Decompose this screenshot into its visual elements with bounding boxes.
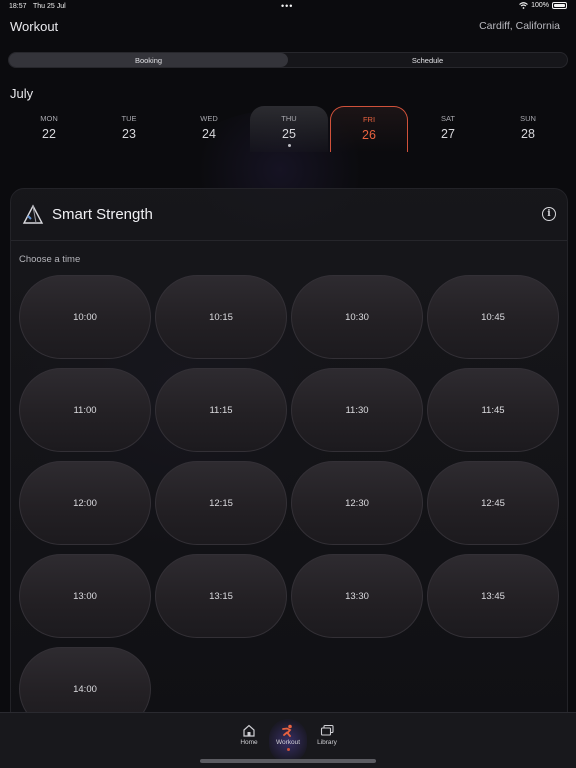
card-header: Smart Strength i	[11, 189, 567, 241]
day-number: 22	[42, 127, 56, 141]
workout-icon	[282, 724, 292, 737]
tab-library[interactable]: Library	[307, 721, 347, 763]
time-slot[interactable]: 10:30	[291, 275, 423, 359]
status-bar: 18:57 Thu 25 Jul ••• 100%	[0, 0, 576, 14]
tab-booking[interactable]: Booking	[9, 53, 288, 67]
status-time: 18:57	[9, 3, 27, 10]
booking-schedule-segmented-control: Booking Schedule	[8, 52, 568, 68]
workout-card: Smart Strength i Choose a time 10:00 10:…	[10, 188, 568, 748]
day-name: WED	[200, 114, 218, 123]
time-slot[interactable]: 13:45	[427, 554, 559, 638]
tab-workout[interactable]: Workout	[268, 719, 308, 763]
week-day-picker: MON 22 TUE 23 WED 24 THU 25 FRI 26 SAT 2…	[10, 106, 568, 152]
tab-home[interactable]: Home	[229, 721, 269, 763]
time-slot[interactable]: 13:30	[291, 554, 423, 638]
active-tab-dot	[286, 748, 290, 751]
info-icon[interactable]: i	[542, 207, 556, 221]
day-tue[interactable]: TUE 23	[90, 106, 168, 152]
location-label[interactable]: Cardiff, California	[479, 20, 560, 32]
tab-label: Workout	[275, 739, 301, 746]
day-number: 23	[122, 127, 136, 141]
choose-time-label: Choose a time	[19, 254, 81, 265]
day-number: 25	[282, 127, 296, 141]
time-slot[interactable]: 12:00	[19, 461, 151, 545]
time-slot[interactable]: 10:15	[155, 275, 287, 359]
day-name: SAT	[440, 114, 456, 123]
smart-strength-logo-icon	[22, 204, 44, 224]
day-sat[interactable]: SAT 27	[409, 106, 487, 152]
multitasking-dots-icon[interactable]: •••	[281, 1, 293, 11]
day-name: FRI	[362, 115, 376, 124]
today-indicator-dot	[287, 144, 291, 147]
time-slot[interactable]: 12:15	[155, 461, 287, 545]
card-title: Smart Strength	[52, 206, 153, 223]
day-name: TUE	[121, 114, 137, 123]
time-slot[interactable]: 12:45	[427, 461, 559, 545]
day-sun[interactable]: SUN 28	[489, 106, 567, 152]
battery-icon	[552, 2, 567, 9]
day-number: 28	[521, 127, 535, 141]
day-fri-selected[interactable]: FRI 26	[330, 106, 408, 152]
time-slot[interactable]: 11:15	[155, 368, 287, 452]
day-number: 27	[441, 127, 455, 141]
time-slot[interactable]: 11:45	[427, 368, 559, 452]
tab-schedule[interactable]: Schedule	[288, 53, 567, 67]
time-slot[interactable]: 11:00	[19, 368, 151, 452]
day-wed[interactable]: WED 24	[170, 106, 248, 152]
page-title: Workout	[10, 19, 59, 34]
time-slot[interactable]: 13:00	[19, 554, 151, 638]
time-slot[interactable]: 13:15	[155, 554, 287, 638]
status-right: 100%	[519, 2, 567, 9]
tab-label: Library	[317, 739, 337, 746]
day-thu-today[interactable]: THU 25	[250, 106, 328, 152]
wifi-icon	[519, 2, 528, 9]
day-name: SUN	[520, 114, 536, 123]
day-name: THU	[281, 114, 297, 123]
day-name: MON	[40, 114, 58, 123]
time-slot[interactable]: 10:00	[19, 275, 151, 359]
day-number: 26	[362, 128, 376, 142]
battery-percent: 100%	[531, 2, 549, 9]
home-icon	[243, 724, 255, 737]
month-label: July	[10, 86, 34, 101]
home-indicator[interactable]	[200, 759, 376, 763]
day-number: 24	[202, 127, 216, 141]
time-slot[interactable]: 10:45	[427, 275, 559, 359]
time-slot[interactable]: 11:30	[291, 368, 423, 452]
library-icon	[320, 724, 334, 736]
status-date: Thu 25 Jul	[33, 3, 66, 10]
header: Workout Cardiff, California	[0, 14, 576, 40]
tab-label: Home	[240, 739, 258, 746]
day-mon[interactable]: MON 22	[10, 106, 88, 152]
time-slot[interactable]: 12:30	[291, 461, 423, 545]
